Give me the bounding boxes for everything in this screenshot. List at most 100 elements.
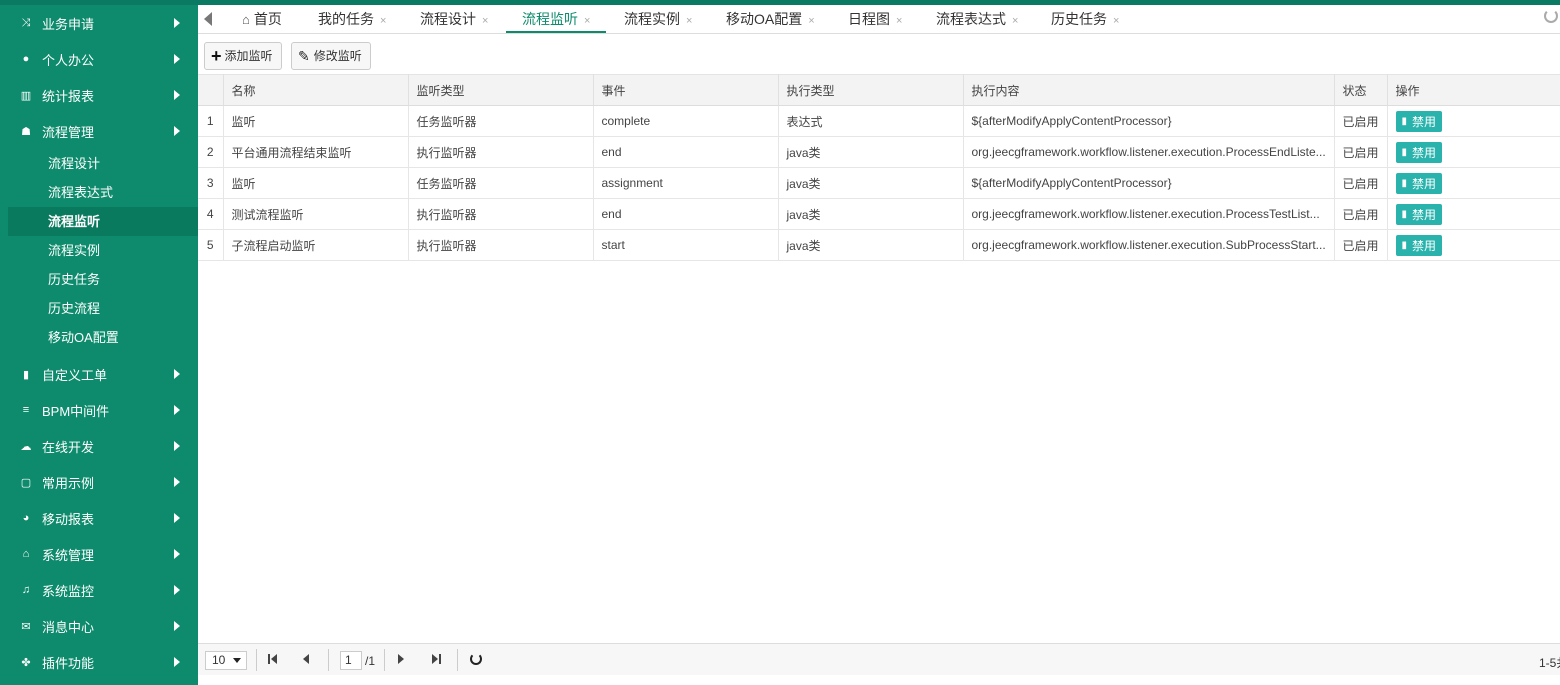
sidebar-item-label: 在线开发 (42, 439, 95, 455)
table-row[interactable]: 2 平台通用流程结束监听 执行监听器 end java类 org.jeecgframewo… (198, 136, 1560, 168)
edit-listener-button[interactable]: ✎ 修改监听 (291, 42, 371, 70)
sidebar-subitem[interactable]: 流程表达式 (0, 178, 198, 207)
cell-exec-type: java类 (778, 136, 964, 168)
tab-item[interactable]: 流程实例 × (624, 5, 692, 33)
sidebar-subitem[interactable]: 历史流程 (0, 294, 198, 323)
sidebar-item-home[interactable]: ⌂ 系统管理 (0, 536, 198, 572)
row-number-header (198, 74, 224, 106)
chevron-right-icon (174, 477, 180, 487)
column-header-actions[interactable]: 操作 (1387, 74, 1560, 106)
table-row[interactable]: 3 监听 任务监听器 assignment java类 ${afterModifyAppl… (198, 167, 1560, 199)
chevron-right-icon (174, 405, 180, 415)
sidebar-item-pie-chart[interactable]: ◕ 移动报表 (0, 500, 198, 536)
book-icon: ▮ (22, 368, 30, 381)
cell-event: assignment (593, 167, 779, 199)
column-header-listener-type[interactable]: 监听类型 (408, 74, 594, 106)
last-page-button[interactable] (432, 654, 442, 664)
column-header-exec-type[interactable]: 执行类型 (778, 74, 964, 106)
sidebar-item-chat[interactable]: ✉ 消息中心 (0, 608, 198, 644)
disable-button[interactable]: ▮ 禁用 (1395, 234, 1443, 256)
chevron-right-icon (174, 18, 180, 28)
tab-item[interactable]: 流程设计 × (420, 5, 488, 33)
sidebar-item-database[interactable]: ≡ BPM中间件 (0, 392, 198, 428)
close-icon[interactable]: × (380, 15, 386, 27)
cell-exec-content: ${afterModifyApplyContentProcessor} (963, 105, 1335, 137)
tab-label: 流程表达式 (936, 11, 1006, 27)
column-header-exec-content[interactable]: 执行内容 (963, 74, 1335, 106)
close-icon[interactable]: × (808, 15, 814, 27)
disable-button[interactable]: ▮ 禁用 (1395, 203, 1443, 225)
pager-separator (328, 649, 329, 671)
first-page-button[interactable] (268, 654, 278, 664)
refresh-icon[interactable] (1544, 9, 1558, 23)
sidebar-item-cloud[interactable]: ☁ 在线开发 (0, 428, 198, 464)
disable-button[interactable]: ▮ 禁用 (1395, 172, 1443, 194)
page-size-select[interactable]: 10 (205, 651, 247, 670)
chevron-right-icon (174, 54, 180, 64)
close-icon[interactable]: × (686, 15, 692, 27)
close-icon[interactable]: × (482, 15, 488, 27)
sidebar-subitem[interactable]: 流程监听 (8, 207, 198, 236)
tab-bar: ⌂ 首页 我的任务 × 流程设计 × 流程监听 × 流程实例 × 移动OA配置 × 日程图 × 流程表达式 ×… (198, 5, 1560, 34)
sidebar-item-book[interactable]: ▮ 自定义工单 (0, 356, 198, 392)
page-size-value: 10 (212, 653, 226, 667)
next-page-button[interactable] (398, 654, 404, 664)
sidebar-item-user[interactable]: ● 个人办公 (0, 41, 198, 77)
sidebar-item-cubes[interactable]: ✤ 插件功能 (0, 644, 198, 680)
tab-item[interactable]: 移动OA配置 × (726, 5, 815, 33)
sidebar-item-sitemap[interactable]: ☗ 流程管理 (0, 113, 198, 149)
cell-exec-content: org.jeecgframework.workflow.listener.exe… (963, 229, 1335, 261)
add-listener-button[interactable]: + 添加监听 (204, 42, 282, 70)
tab-item[interactable]: 历史任务 × (1051, 5, 1119, 33)
table-row[interactable]: 4 测试流程监听 执行监听器 end java类 org.jeecgframework.w… (198, 198, 1560, 230)
tab-item[interactable]: ⌂ 首页 (242, 5, 282, 33)
sidebar-item-comment[interactable]: ▢ 常用示例 (0, 464, 198, 500)
column-header-event[interactable]: 事件 (593, 74, 779, 106)
cell-exec-type: java类 (778, 198, 964, 230)
sidebar-subitem[interactable]: 历史任务 (0, 265, 198, 294)
close-icon[interactable]: × (584, 15, 590, 27)
tab-item[interactable]: 流程监听 × (506, 5, 607, 33)
sidebar-item-bar-chart[interactable]: ▥ 统计报表 (0, 77, 198, 113)
cell-name: 监听 (223, 167, 409, 199)
tab-scroll-left-icon[interactable] (204, 12, 212, 26)
reload-icon[interactable] (470, 653, 482, 665)
sidebar-subitem[interactable]: 移动OA配置 (0, 323, 198, 352)
cell-exec-content: ${afterModifyApplyContentProcessor} (963, 167, 1335, 199)
cell-listener-type: 执行监听器 (408, 136, 594, 168)
sidebar-item-headphones[interactable]: ♫ 系统监控 (0, 572, 198, 608)
disable-button[interactable]: ▮ 禁用 (1395, 110, 1443, 132)
sidebar-subitem[interactable]: 流程实例 (0, 236, 198, 265)
close-icon[interactable]: × (1012, 15, 1018, 27)
tab-item[interactable]: 流程表达式 × (936, 5, 1018, 33)
tab-label: 流程监听 (522, 11, 578, 27)
sidebar-item-label: 系统管理 (42, 547, 95, 563)
disable-button-label: 禁用 (1412, 176, 1437, 191)
cell-exec-type: java类 (778, 167, 964, 199)
table-row[interactable]: 1 监听 任务监听器 complete 表达式 ${afterModifyApplyCon… (198, 105, 1560, 137)
disable-button-label: 禁用 (1412, 207, 1437, 222)
page-number-input[interactable]: 1 (340, 651, 362, 670)
shuffle-icon: ⤨ (21, 16, 31, 29)
close-icon[interactable]: × (1113, 15, 1119, 27)
edit-listener-label: 修改监听 (313, 49, 362, 63)
chevron-right-icon (174, 369, 180, 379)
column-header-name[interactable]: 名称 (223, 74, 409, 106)
cell-exec-content: org.jeecgframework.workflow.listener.exe… (963, 198, 1335, 230)
cell-event: end (593, 136, 779, 168)
prev-page-button[interactable] (303, 654, 309, 664)
table-row[interactable]: 5 子流程启动监听 执行监听器 start java类 org.jeecgframewor… (198, 229, 1560, 261)
cell-name: 监听 (223, 105, 409, 137)
sidebar-item-shuffle[interactable]: ⤨ 业务申请 (0, 5, 198, 41)
cell-listener-type: 执行监听器 (408, 198, 594, 230)
cell-status: 已启用 (1334, 198, 1388, 230)
grid-header-row: 名称 监听类型 事件 执行类型 执行内容 状态 操作 (198, 74, 1560, 106)
disable-button[interactable]: ▮ 禁用 (1395, 141, 1443, 163)
sidebar-subitem[interactable]: 流程设计 (0, 149, 198, 178)
close-icon[interactable]: × (896, 15, 902, 27)
plus-icon: + (211, 46, 222, 66)
tab-item[interactable]: 我的任务 × (318, 5, 386, 33)
column-header-status[interactable]: 状态 (1334, 74, 1388, 106)
tab-item[interactable]: 日程图 × (848, 5, 902, 33)
sidebar: ⤨ 业务申请 ● 个人办公 ▥ 统计报表 ☗ 流程管理 流程设计 流程表达式 流程监听 流程实例 历史任… (0, 5, 198, 685)
